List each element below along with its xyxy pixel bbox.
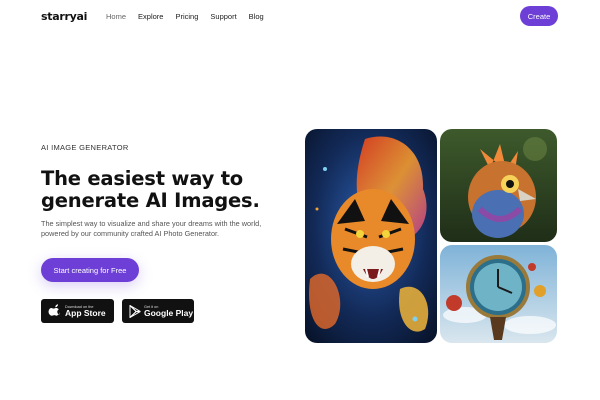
hero-headline: The easiest way to generate AI Images. <box>41 168 301 212</box>
clock-artwork-image[interactable] <box>440 245 557 343</box>
google-play-icon <box>129 304 141 318</box>
main-nav: Home Explore Pricing Support Blog <box>106 12 276 21</box>
start-creating-button[interactable]: Start creating for Free <box>41 258 139 282</box>
nav-home-link[interactable]: Home <box>106 12 126 21</box>
top-navbar: starryai Home Explore Pricing Support Bl… <box>0 0 600 33</box>
nav-pricing-link[interactable]: Pricing <box>175 12 198 21</box>
create-button[interactable]: Create <box>520 6 558 26</box>
starryai-logo[interactable]: starryai <box>41 10 87 23</box>
app-store-label: App Store <box>65 307 106 318</box>
hero-headline-line-2: generate AI Images. <box>41 189 260 212</box>
tiger-artwork-image[interactable] <box>305 129 437 343</box>
hero-eyebrow: AI IMAGE GENERATOR <box>41 143 129 152</box>
nav-blog-link[interactable]: Blog <box>249 12 264 21</box>
google-play-badge[interactable]: Get it on Google Play <box>122 299 194 323</box>
google-play-label: Google Play <box>144 307 194 318</box>
nav-explore-link[interactable]: Explore <box>138 12 163 21</box>
nav-support-link[interactable]: Support <box>210 12 236 21</box>
hero-subtext: The simplest way to visualize and share … <box>41 219 262 238</box>
app-store-badge[interactable]: Download on the App Store <box>41 299 114 323</box>
apple-icon <box>48 304 61 316</box>
bird-artwork-image[interactable] <box>440 129 557 242</box>
hero-headline-line-1: The easiest way to <box>41 167 244 190</box>
